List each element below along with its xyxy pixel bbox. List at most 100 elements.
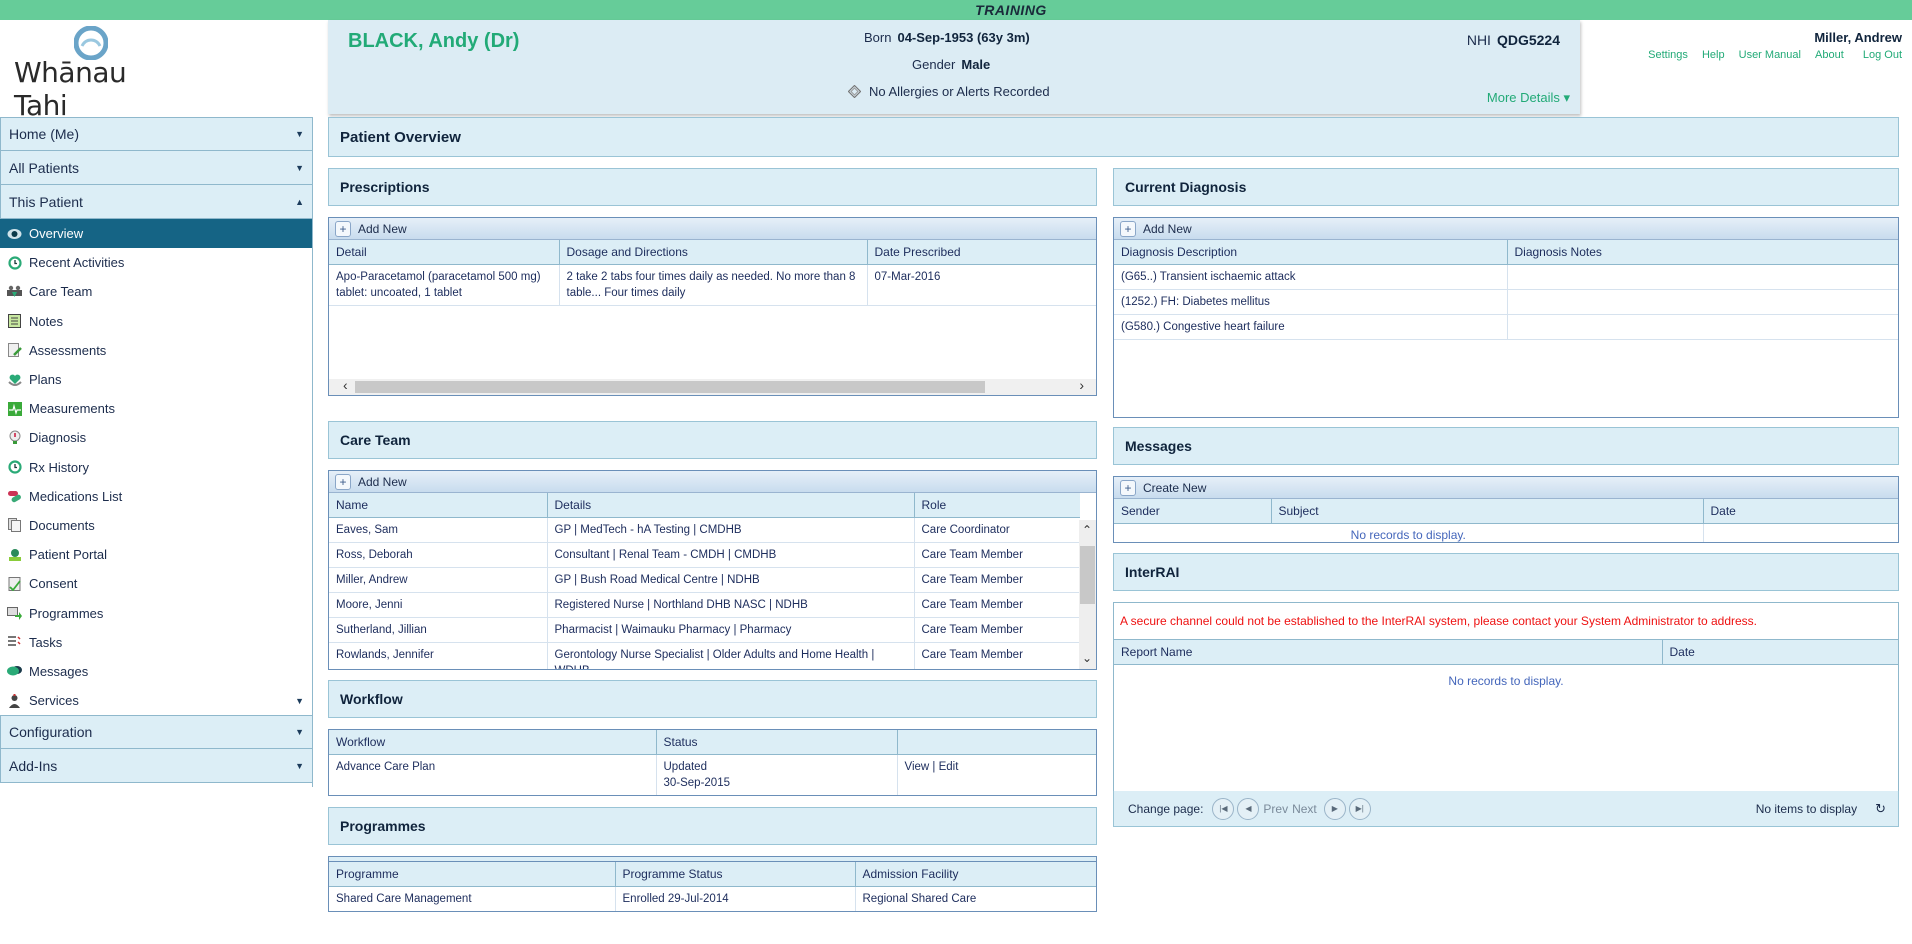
column-header[interactable]: Programme Status [615,862,856,887]
scroll-left-icon[interactable]: ‹ [343,377,348,393]
about-link[interactable]: About [1815,49,1844,61]
table-row[interactable]: Ross, Deborah Consultant | Renal Team - C… [329,542,1080,568]
sidebar-item-assessments[interactable]: Assessments [0,336,312,365]
scroll-down-icon[interactable]: ⌄ [1082,651,1092,665]
add-new-label[interactable]: Add New [358,222,407,236]
sidebar-item-documents[interactable]: Documents [0,511,312,540]
sidebar-item-plans[interactable]: Plans [0,365,312,394]
table-row[interactable]: (G580.) Congestive heart failure [1114,314,1898,340]
column-header[interactable]: Date [1662,640,1898,665]
sidebar-item-programmes[interactable]: Programmes [0,598,312,627]
sidebar-item-services[interactable]: Services ▼ [0,686,312,715]
sidebar-item-measurements[interactable]: Measurements [0,394,312,423]
column-header[interactable]: Diagnosis Notes [1507,240,1898,265]
member-role: Care Coordinator [914,517,1080,543]
column-header[interactable]: Admission Facility [855,862,1096,887]
sidebar-section-add-ins[interactable]: Add-Ins ▼ [0,749,312,784]
prev-page-icon[interactable]: ◀ [1237,797,1260,820]
member-name: Moore, Jenni [329,592,548,618]
vertical-scrollbar[interactable]: ⌃ ⌄ [1079,520,1096,669]
user-manual-link[interactable]: User Manual [1739,49,1801,61]
gender-value: Male [961,57,991,72]
sidebar-item-recent-activities[interactable]: Recent Activities [0,248,312,277]
table-row[interactable]: Apo-Paracetamol (paracetamol 500 mg) tab… [329,264,1096,306]
log-out-link[interactable]: Log Out [1863,49,1902,61]
column-header[interactable]: Report Name [1114,640,1663,665]
table-row[interactable]: Rowlands, Jennifer Gerontology Nurse Spec… [329,642,1080,669]
app-logo[interactable]: Whānau Tahi [12,26,182,122]
scrollbar-thumb[interactable] [355,381,985,393]
first-page-icon[interactable]: |◀ [1212,797,1235,820]
sidebar-item-messages[interactable]: Messages [0,657,312,686]
next-page-icon[interactable]: ▶ [1323,797,1346,820]
chevron-down-icon: ▼ [295,162,304,173]
column-header[interactable]: Role [914,493,1080,518]
table-row[interactable]: Miller, Andrew GP | Bush Road Medical Cen… [329,567,1080,593]
last-page-icon[interactable]: ▶| [1348,797,1371,820]
table-row[interactable]: Moore, Jenni Registered Nurse | Northland… [329,592,1080,618]
column-header[interactable]: Dosage and Directions [559,240,868,265]
prescriptions-header: Prescriptions [328,168,1097,206]
diagnosis-grid: + Add New Diagnosis Description Diagnosi… [1113,217,1899,418]
refresh-icon[interactable]: ↻ [1875,801,1886,817]
table-row[interactable]: Shared Care Management Enrolled 29-Jul-2… [329,886,1096,911]
table-row[interactable]: (G65..) Transient ischaemic attack [1114,264,1898,290]
sidebar-section-all-patients[interactable]: All Patients ▼ [0,151,312,185]
member-role: Care Team Member [914,542,1080,568]
table-row[interactable]: Sutherland, Jillian Pharmacist | Waimauku… [329,617,1080,643]
column-header[interactable]: Sender [1114,499,1272,524]
tasks-icon [7,635,22,650]
sidebar-item-notes[interactable]: Notes [0,307,312,336]
more-details-button[interactable]: More Details ▾ [1487,90,1570,106]
edit-link[interactable]: Edit [939,761,959,773]
sidebar-item-care-team[interactable]: Care Team [0,277,312,306]
add-new-label[interactable]: Add New [1143,222,1192,236]
column-header[interactable]: Subject [1271,499,1704,524]
diagnosis-description: (G580.) Congestive heart failure [1114,314,1508,340]
sidebar-item-overview[interactable]: Overview [0,219,312,249]
next-page-button[interactable]: Next [1292,802,1317,816]
column-header[interactable]: Date [1703,499,1898,524]
column-header[interactable]: Date Prescribed [867,240,1096,265]
sidebar-section-configuration[interactable]: Configuration ▼ [0,715,312,750]
sidebar-item-diagnosis[interactable]: Diagnosis [0,423,312,452]
create-new-label[interactable]: Create New [1143,481,1206,495]
sidebar-section-home[interactable]: Home (Me) ▼ [0,117,312,151]
sidebar-item-consent[interactable]: Consent [0,569,312,598]
table-row[interactable]: (1252.) FH: Diabetes mellitus [1114,289,1898,315]
scroll-right-icon[interactable]: › [1079,377,1084,393]
sidebar-item-medications-list[interactable]: Medications List [0,482,312,511]
sidebar-item-tasks[interactable]: Tasks [0,628,312,657]
scrollbar-thumb[interactable] [1080,546,1095,604]
diagnosis-notes [1507,264,1898,290]
column-header[interactable]: Diagnosis Description [1114,240,1508,265]
diagnosis-title: Current Diagnosis [1125,179,1247,195]
create-new-button[interactable]: + [1120,479,1136,496]
column-header[interactable]: Programme [329,862,616,887]
page-title-text: Patient Overview [340,128,461,146]
column-header[interactable]: Status [656,730,898,755]
sidebar-item-patient-portal[interactable]: Patient Portal [0,540,312,569]
sidebar-section-this-patient[interactable]: This Patient ▲ [0,185,312,219]
horizontal-scrollbar[interactable]: ‹ › [329,377,1096,395]
add-new-label[interactable]: Add New [358,475,407,489]
chevron-up-icon: ▲ [295,196,304,207]
settings-link[interactable]: Settings [1648,49,1688,61]
messages-title: Messages [1125,438,1192,454]
add-new-button[interactable]: + [335,473,351,490]
column-header[interactable]: Workflow [329,730,657,755]
add-new-button[interactable]: + [1120,220,1136,237]
column-header[interactable]: Name [329,493,548,518]
table-row[interactable]: Eaves, Sam GP | MedTech - hA Testing | CM… [329,517,1080,543]
member-name: Eaves, Sam [329,517,548,543]
scroll-up-icon[interactable]: ⌃ [1082,523,1092,537]
sidebar-item-rx-history[interactable]: Rx History [0,453,312,482]
add-new-button[interactable]: + [335,220,351,237]
help-link[interactable]: Help [1702,49,1725,61]
prev-page-button[interactable]: Prev [1263,802,1288,816]
column-header[interactable]: Details [547,493,915,518]
documents-icon [7,518,22,533]
prescriptions-table: Detail Dosage and Directions Date Prescr… [329,240,1096,306]
view-link[interactable]: View [905,761,930,773]
column-header[interactable]: Detail [329,240,560,265]
